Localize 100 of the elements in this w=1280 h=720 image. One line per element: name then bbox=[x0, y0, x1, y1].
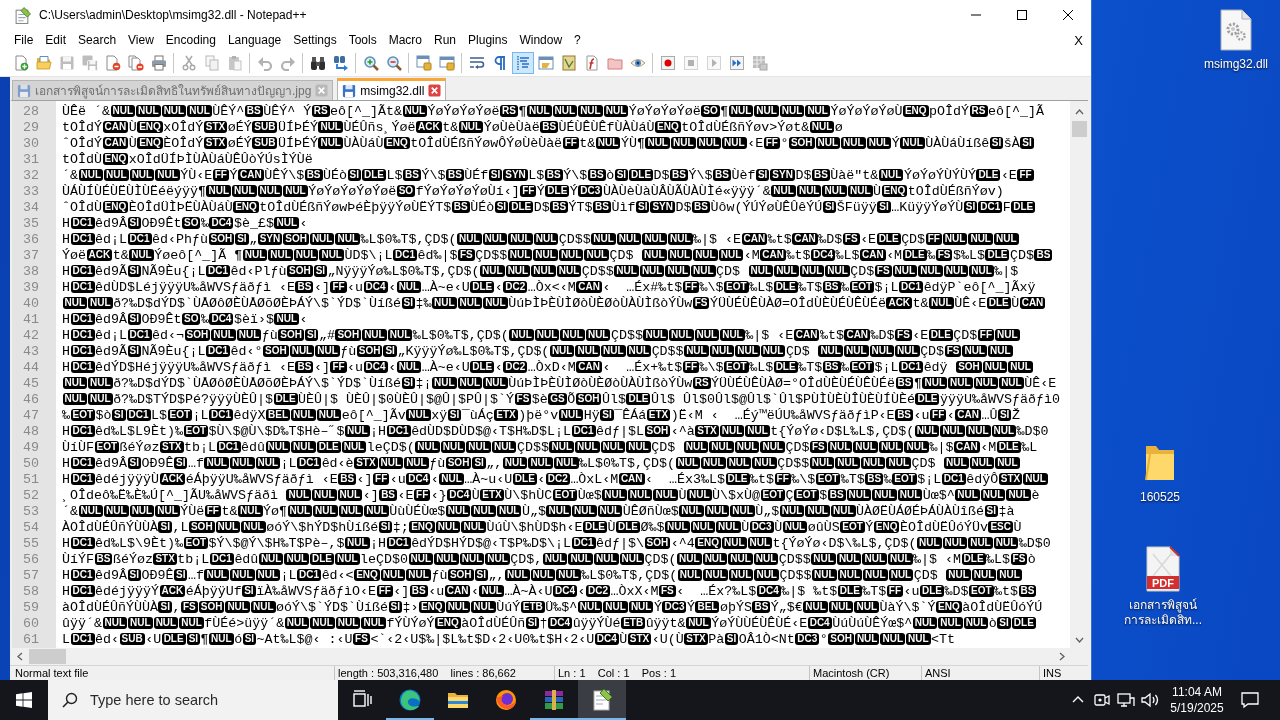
close-icon[interactable] bbox=[428, 84, 442, 97]
code-text: ¶ bbox=[518, 104, 527, 119]
menu-item[interactable]: Language bbox=[221, 31, 288, 49]
pdf-file-icon[interactable]: PDF bbox=[1145, 546, 1181, 592]
indent-lines-icon bbox=[514, 55, 531, 71]
code-text: pOÎdÝ bbox=[929, 104, 970, 119]
code-text: ‰T$ bbox=[798, 360, 823, 375]
code-text: …ÒxL‹M bbox=[570, 472, 619, 487]
control-character: NUL bbox=[760, 345, 786, 357]
control-character: DC1 bbox=[70, 473, 95, 485]
control-character: ETB bbox=[520, 601, 545, 613]
code-text: ûÿÿÝÙé bbox=[572, 616, 621, 631]
vertical-scrollbar[interactable] bbox=[1070, 101, 1088, 648]
control-character: DC4 bbox=[406, 473, 431, 485]
control-character: NUL bbox=[575, 345, 600, 357]
notepad-icon[interactable] bbox=[14, 6, 31, 24]
control-character: ACK bbox=[415, 121, 442, 133]
control-character: NUL bbox=[318, 137, 343, 149]
code-text: êdéjÿÿÿÙ bbox=[95, 472, 159, 487]
control-character: NUL bbox=[361, 617, 386, 629]
control-character: BS bbox=[1018, 585, 1037, 597]
control-character: DC1 bbox=[297, 569, 322, 581]
menu-item[interactable]: Edit bbox=[39, 31, 73, 49]
control-character: NUL bbox=[577, 601, 603, 613]
menu-item[interactable]: Window bbox=[513, 31, 569, 49]
menu-item[interactable]: Encoding bbox=[159, 31, 222, 49]
control-character: SI bbox=[242, 633, 257, 645]
control-character: SI bbox=[401, 297, 415, 309]
code-text: êd‰L$L9Èt)‰ bbox=[95, 424, 183, 439]
control-character: NUL bbox=[396, 361, 422, 373]
control-character: NUL bbox=[728, 105, 754, 117]
control-character: NUL bbox=[204, 569, 229, 581]
menu-item[interactable]: Tools bbox=[342, 31, 383, 49]
desktop-icon-label[interactable]: msimg32.dll bbox=[1196, 57, 1276, 72]
control-character: SO bbox=[396, 185, 416, 197]
control-character: DC1 bbox=[70, 281, 95, 293]
taskbar-app-button[interactable] bbox=[578, 680, 626, 720]
tab[interactable]: เอกสารพิสูจน์การละเมิดสิทธิในทรัพย์สินทางปัญญา.jpg bbox=[12, 80, 334, 100]
code-text: ‹] bbox=[313, 280, 330, 295]
code-text: tOÎdÝ bbox=[62, 120, 102, 135]
control-character: DLE bbox=[985, 249, 1010, 261]
control-character: NUL bbox=[509, 329, 534, 341]
code-text: ÝøÙèÙàë bbox=[483, 120, 540, 135]
scrollbar-thumb[interactable] bbox=[1071, 121, 1087, 137]
control-character: NUL bbox=[415, 441, 440, 453]
menu-item[interactable]: Settings bbox=[287, 31, 343, 49]
control-character: NUL bbox=[533, 249, 558, 261]
control-character: FF bbox=[925, 233, 942, 245]
control-character: DC1 bbox=[899, 361, 924, 373]
control-character: NUL bbox=[888, 553, 913, 565]
control-character: SI bbox=[388, 601, 402, 613]
search-field[interactable]: Type here to search bbox=[48, 680, 338, 720]
control-character: NUL bbox=[578, 105, 603, 117]
control-character: NUL bbox=[627, 489, 653, 501]
control-character: DC2 bbox=[586, 585, 610, 597]
control-character: EOT bbox=[794, 489, 819, 501]
control-character: NUL bbox=[508, 233, 533, 245]
control-character: NUL bbox=[558, 249, 584, 261]
code-text: éÁþÿÿUf bbox=[185, 584, 242, 599]
control-character: SO bbox=[701, 105, 720, 117]
control-character: DLE bbox=[876, 233, 901, 245]
code-text: ´& bbox=[62, 504, 78, 519]
control-character: SI bbox=[127, 265, 141, 277]
code-text: ÙÈÛ|$ ÙÈÛ|$0ÙÈÛ|$@Û|$PÛ|$`Ý bbox=[298, 392, 515, 407]
control-character: DC1 bbox=[70, 457, 95, 469]
control-character: ENQ bbox=[102, 201, 129, 213]
code-text: ÇD$$ bbox=[558, 232, 591, 247]
control-character: NUL bbox=[782, 521, 808, 533]
control-character: NUL bbox=[754, 569, 779, 581]
control-character: FS bbox=[944, 345, 962, 357]
control-character: ENQ bbox=[137, 137, 163, 149]
menu-item[interactable]: Macro bbox=[382, 31, 428, 49]
tab[interactable]: msimg32.dll bbox=[337, 78, 447, 100]
menu-item[interactable]: ? bbox=[568, 31, 587, 49]
control-character: NUL bbox=[900, 137, 925, 149]
desktop-icon-label[interactable]: 160525 bbox=[1120, 490, 1200, 505]
menu-item[interactable]: Run bbox=[428, 31, 463, 49]
clock-button[interactable]: 11:04 AM 5/19/2025 bbox=[1162, 680, 1232, 720]
menu-item[interactable]: Plugins bbox=[462, 31, 514, 49]
desktop-icon-label[interactable]: เอกสารพิสูจน์การละเมิดสิท... bbox=[1123, 598, 1203, 628]
scrollbar-thumb[interactable] bbox=[29, 649, 66, 664]
close-document-button[interactable]: X bbox=[1070, 32, 1087, 48]
menu-item[interactable]: File bbox=[8, 31, 40, 49]
code-text: OÐ9Ê bbox=[141, 568, 174, 583]
code-text: ÙÉÙÊÙÊfÙÀÙáÙ bbox=[558, 120, 655, 135]
control-character: BS bbox=[593, 201, 611, 213]
menu-item[interactable]: View bbox=[122, 31, 160, 49]
control-character: NUL bbox=[892, 265, 918, 277]
code-text: OÐ9Êt bbox=[141, 312, 182, 327]
code-text: ƒù bbox=[429, 456, 446, 471]
code-text: OÐ9Êt bbox=[141, 216, 182, 231]
menu-item[interactable]: Search bbox=[72, 31, 123, 49]
gear-file-icon[interactable] bbox=[1220, 9, 1252, 51]
control-character: NUL bbox=[600, 441, 626, 453]
text-editor[interactable] bbox=[10, 100, 1088, 648]
control-character: SI bbox=[383, 345, 397, 357]
control-character: NUL bbox=[161, 105, 187, 117]
control-character: NUL bbox=[878, 169, 904, 181]
control-character: NUL bbox=[274, 217, 299, 229]
indent-guide-button[interactable] bbox=[511, 52, 534, 74]
